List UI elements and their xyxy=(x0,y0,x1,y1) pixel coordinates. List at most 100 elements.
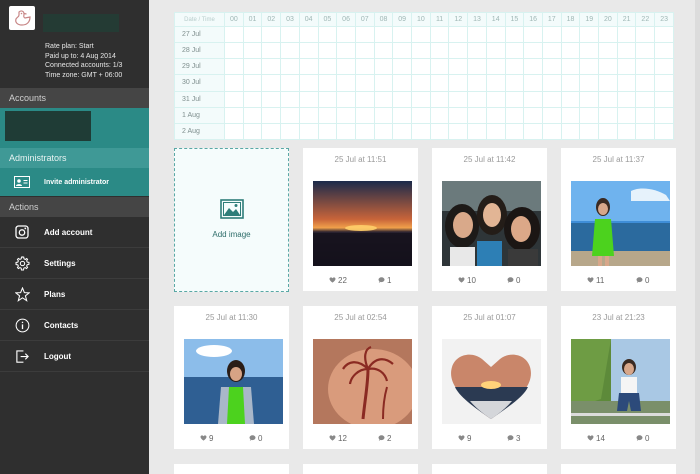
post-photo[interactable] xyxy=(184,339,283,424)
schedule-slot[interactable] xyxy=(579,25,600,44)
schedule-slot[interactable] xyxy=(224,25,244,44)
schedule-slot[interactable] xyxy=(354,25,375,44)
schedule-slot[interactable] xyxy=(280,90,300,108)
schedule-slot[interactable] xyxy=(280,42,300,60)
schedule-slot[interactable] xyxy=(579,90,600,108)
schedule-slot[interactable] xyxy=(373,25,394,44)
schedule-slot[interactable] xyxy=(354,58,375,76)
schedule-slot[interactable] xyxy=(448,106,469,124)
schedule-slot[interactable] xyxy=(485,90,506,108)
schedule-slot[interactable] xyxy=(336,74,356,92)
schedule-slot[interactable] xyxy=(298,25,319,44)
schedule-slot[interactable] xyxy=(560,25,581,44)
schedule-slot[interactable] xyxy=(224,74,244,92)
schedule-slot[interactable] xyxy=(392,122,413,141)
schedule-slot[interactable] xyxy=(523,106,543,124)
schedule-slot[interactable] xyxy=(654,74,674,92)
schedule-slot[interactable] xyxy=(598,90,618,108)
schedule-slot[interactable] xyxy=(616,90,637,108)
post-photo[interactable] xyxy=(442,339,541,424)
schedule-slot[interactable] xyxy=(448,122,469,141)
schedule-slot[interactable] xyxy=(336,90,356,108)
schedule-slot[interactable] xyxy=(242,90,263,108)
schedule-slot[interactable] xyxy=(280,122,300,141)
schedule-slot[interactable] xyxy=(261,90,282,108)
schedule-slot[interactable] xyxy=(298,74,319,92)
schedule-slot[interactable] xyxy=(467,122,487,141)
schedule-slot[interactable] xyxy=(616,122,637,141)
schedule-slot[interactable] xyxy=(298,106,319,124)
schedule-slot[interactable] xyxy=(560,58,581,76)
schedule-slot[interactable] xyxy=(485,25,506,44)
schedule-slot[interactable] xyxy=(560,42,581,60)
schedule-slot[interactable] xyxy=(411,42,431,60)
schedule-slot[interactable] xyxy=(242,58,263,76)
schedule-slot[interactable] xyxy=(392,90,413,108)
schedule-slot[interactable] xyxy=(242,74,263,92)
post-photo[interactable] xyxy=(571,339,670,424)
schedule-slot[interactable] xyxy=(373,106,394,124)
schedule-slot[interactable] xyxy=(579,122,600,141)
account-item[interactable] xyxy=(0,108,149,148)
schedule-slot[interactable] xyxy=(298,42,319,60)
schedule-slot[interactable] xyxy=(373,90,394,108)
schedule-slot[interactable] xyxy=(317,74,338,92)
schedule-slot[interactable] xyxy=(392,106,413,124)
schedule-slot[interactable] xyxy=(523,25,543,44)
schedule-slot[interactable] xyxy=(467,58,487,76)
post-photo[interactable] xyxy=(571,181,670,266)
schedule-slot[interactable] xyxy=(224,106,244,124)
schedule-slot[interactable] xyxy=(560,90,581,108)
post-photo[interactable] xyxy=(313,339,412,424)
schedule-slot[interactable] xyxy=(598,74,618,92)
schedule-slot[interactable] xyxy=(598,25,618,44)
schedule-slot[interactable] xyxy=(541,42,562,60)
schedule-slot[interactable] xyxy=(635,42,656,60)
schedule-slot[interactable] xyxy=(560,106,581,124)
schedule-slot[interactable] xyxy=(448,90,469,108)
schedule-slot[interactable] xyxy=(224,58,244,76)
invite-administrator-button[interactable]: Invite administrator xyxy=(0,168,149,196)
schedule-slot[interactable] xyxy=(411,122,431,141)
schedule-slot[interactable] xyxy=(411,106,431,124)
schedule-slot[interactable] xyxy=(392,25,413,44)
schedule-slot[interactable] xyxy=(429,122,450,141)
schedule-slot[interactable] xyxy=(579,74,600,92)
schedule-slot[interactable] xyxy=(504,74,525,92)
schedule-slot[interactable] xyxy=(242,106,263,124)
schedule-slot[interactable] xyxy=(317,90,338,108)
schedule-slot[interactable] xyxy=(317,25,338,44)
schedule-slot[interactable] xyxy=(541,25,562,44)
schedule-slot[interactable] xyxy=(429,42,450,60)
schedule-slot[interactable] xyxy=(448,74,469,92)
schedule-slot[interactable] xyxy=(504,25,525,44)
schedule-slot[interactable] xyxy=(467,25,487,44)
schedule-slot[interactable] xyxy=(541,58,562,76)
schedule-slot[interactable] xyxy=(467,42,487,60)
schedule-slot[interactable] xyxy=(392,58,413,76)
menu-item-contacts[interactable]: Contacts xyxy=(0,310,149,341)
schedule-slot[interactable] xyxy=(354,42,375,60)
schedule-slot[interactable] xyxy=(224,90,244,108)
schedule-slot[interactable] xyxy=(411,58,431,76)
schedule-slot[interactable] xyxy=(354,106,375,124)
schedule-slot[interactable] xyxy=(485,58,506,76)
schedule-slot[interactable] xyxy=(467,74,487,92)
post-card[interactable]: 25 Jul at 11:51 22 1 xyxy=(303,148,418,291)
schedule-slot[interactable] xyxy=(654,58,674,76)
schedule-slot[interactable] xyxy=(317,58,338,76)
schedule-slot[interactable] xyxy=(616,74,637,92)
menu-item-settings[interactable]: Settings xyxy=(0,248,149,279)
schedule-slot[interactable] xyxy=(354,74,375,92)
schedule-slot[interactable] xyxy=(654,25,674,44)
schedule-slot[interactable] xyxy=(336,42,356,60)
schedule-slot[interactable] xyxy=(373,74,394,92)
post-card[interactable]: 25 Jul at 11:37 11 0 xyxy=(561,148,676,291)
schedule-slot[interactable] xyxy=(261,106,282,124)
menu-item-plans[interactable]: Plans xyxy=(0,279,149,310)
schedule-slot[interactable] xyxy=(261,42,282,60)
schedule-slot[interactable] xyxy=(354,122,375,141)
schedule-slot[interactable] xyxy=(373,122,394,141)
schedule-slot[interactable] xyxy=(598,58,618,76)
schedule-slot[interactable] xyxy=(523,74,543,92)
